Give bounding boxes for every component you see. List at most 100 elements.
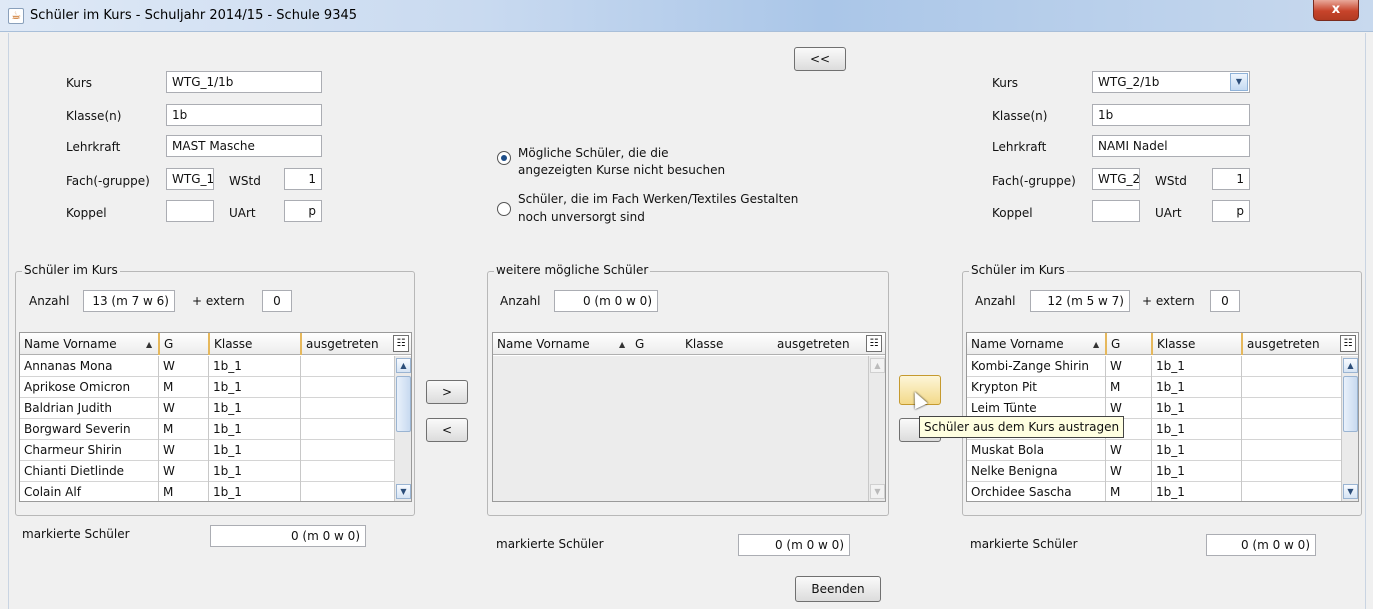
middle-marked-field: 0 (m 0 w 0) — [738, 534, 850, 556]
title-bar: ☕ Schüler im Kurs - Schuljahr 2014/15 - … — [0, 0, 1373, 32]
table-row[interactable]: Orchidee Sascha M 1b_1 — [967, 482, 1342, 501]
cell-g: M — [1105, 377, 1151, 398]
table-row[interactable]: Charmeur Shirin W 1b_1 — [20, 440, 395, 461]
left-group-title: Schüler im Kurs — [22, 263, 120, 277]
right-koppel-label: Koppel — [992, 206, 1033, 220]
right-extern-label: + extern — [1142, 294, 1195, 308]
table-row[interactable]: Annanas Mona W 1b_1 — [20, 356, 395, 377]
scroll-thumb[interactable] — [1343, 376, 1358, 432]
chevron-down-icon[interactable]: ▼ — [1230, 73, 1248, 91]
right-kurs-label: Kurs — [992, 76, 1019, 90]
col-g[interactable]: G — [158, 333, 208, 355]
col-name[interactable]: Name Vorname — [20, 333, 158, 355]
table-row[interactable]: Borgward Severin M 1b_1 — [20, 419, 395, 440]
middle-anzahl-field: 0 (m 0 w 0) — [554, 290, 658, 312]
close-button[interactable]: x — [1313, 0, 1359, 21]
middle-table-header: Name Vorname ▲ G Klasse ausgetreten ☷ — [493, 333, 885, 355]
option-2-line2[interactable]: noch unversorgt sind — [518, 210, 645, 224]
table-row[interactable]: Colain Alf M 1b_1 — [20, 482, 395, 501]
left-extern-field: 0 — [262, 290, 292, 312]
cell-name: Borgward Severin — [24, 422, 131, 436]
table-row[interactable]: Kombi-Zange Shirin W 1b_1 — [967, 356, 1342, 377]
col-name[interactable]: Name Vorname — [967, 333, 1105, 355]
move-all-left-button[interactable]: << — [794, 47, 846, 71]
remove-from-left-button[interactable]: < — [426, 418, 468, 442]
left-koppel-field[interactable] — [166, 200, 214, 222]
table-row[interactable]: Aprikose Omicron M 1b_1 — [20, 377, 395, 398]
right-anzahl-field: 12 (m 5 w 7) — [1030, 290, 1130, 312]
right-kurs-combo[interactable]: WTG_2/1b ▼ — [1092, 71, 1250, 93]
left-klasse-field[interactable]: 1b — [166, 104, 322, 126]
cell-ausgetreten — [300, 419, 395, 440]
table-row[interactable]: Baldrian Judith W 1b_1 — [20, 398, 395, 419]
left-fach-label: Fach(-gruppe) — [66, 174, 150, 188]
cell-klasse: 1b_1 — [1151, 377, 1241, 398]
scroll-thumb[interactable] — [396, 376, 411, 432]
scroll-up-icon[interactable]: ▲ — [1343, 358, 1358, 373]
right-klasse-field[interactable]: 1b — [1092, 104, 1250, 126]
cell-name: Annanas Mona — [24, 359, 113, 373]
left-uart-field[interactable]: p — [284, 200, 322, 222]
cell-ausgetreten — [1241, 356, 1342, 377]
right-fach-field[interactable]: WTG_2 — [1092, 168, 1140, 190]
cell-ausgetreten — [1241, 482, 1342, 501]
cell-name: Nelke Benigna — [971, 464, 1058, 478]
scroll-down-icon[interactable]: ▼ — [396, 484, 411, 499]
table-row[interactable]: Chianti Dietlinde W 1b_1 — [20, 461, 395, 482]
table-row[interactable]: Muskat Bola W 1b_1 — [967, 440, 1342, 461]
left-table-header: Name Vorname ▲ G Klasse ausgetreten ☷ — [20, 333, 411, 355]
left-uart-label: UArt — [229, 206, 256, 220]
left-table-scrollbar[interactable]: ▲ ▼ — [394, 356, 411, 501]
col-ausgetreten[interactable]: ausgetreten — [300, 333, 390, 355]
cell-klasse: 1b_1 — [208, 482, 300, 501]
col-klasse[interactable]: Klasse — [1151, 333, 1241, 355]
col-ausgetreten[interactable]: ausgetreten — [773, 333, 863, 355]
left-students-table[interactable]: Name Vorname ▲ G Klasse ausgetreten ☷ An… — [19, 332, 412, 502]
col-klasse[interactable]: Klasse — [681, 333, 773, 355]
cell-klasse: 1b_1 — [1151, 461, 1241, 482]
scroll-up-icon[interactable]: ▲ — [396, 358, 411, 373]
cell-klasse: 1b_1 — [1151, 482, 1241, 501]
right-wstd-label: WStd — [1155, 174, 1187, 188]
middle-students-table[interactable]: Name Vorname ▲ G Klasse ausgetreten ☷ ▲ … — [492, 332, 886, 502]
right-lehrkraft-field[interactable]: NAMI Nadel — [1092, 135, 1250, 157]
column-chooser-icon[interactable]: ☷ — [1340, 335, 1356, 352]
left-marked-label: markierte Schüler — [22, 527, 130, 541]
col-g[interactable]: G — [631, 333, 681, 355]
right-table-scrollbar[interactable]: ▲ ▼ — [1341, 356, 1358, 501]
column-chooser-icon[interactable]: ☷ — [866, 335, 882, 352]
option-2-radio[interactable] — [497, 202, 511, 216]
left-fach-field[interactable]: WTG_1 — [166, 168, 214, 190]
left-wstd-field[interactable]: 1 — [284, 168, 322, 190]
cell-klasse: 1b_1 — [1151, 419, 1241, 440]
cell-name: Chianti Dietlinde — [24, 464, 125, 478]
cell-g: M — [158, 419, 208, 440]
option-1-line1[interactable]: Mögliche Schüler, die die — [518, 146, 669, 160]
cell-ausgetreten — [1241, 419, 1342, 440]
cell-ausgetreten — [300, 356, 395, 377]
table-row[interactable]: Nelke Benigna W 1b_1 — [967, 461, 1342, 482]
right-wstd-field[interactable]: 1 — [1212, 168, 1250, 190]
left-kurs-field[interactable]: WTG_1/1b — [166, 71, 322, 93]
right-uart-field[interactable]: p — [1212, 200, 1250, 222]
table-row[interactable]: Krypton Pit M 1b_1 — [967, 377, 1342, 398]
cell-klasse: 1b_1 — [208, 461, 300, 482]
left-lehrkraft-field[interactable]: MAST Masche — [166, 135, 322, 157]
col-ausgetreten[interactable]: ausgetreten — [1241, 333, 1337, 355]
option-2-line1[interactable]: Schüler, die im Fach Werken/Textiles Ges… — [518, 192, 798, 206]
scroll-down-icon[interactable]: ▼ — [1343, 484, 1358, 499]
col-klasse[interactable]: Klasse — [208, 333, 300, 355]
right-koppel-field[interactable] — [1092, 200, 1140, 222]
cell-g: W — [1105, 440, 1151, 461]
cell-ausgetreten — [1241, 377, 1342, 398]
col-name[interactable]: Name Vorname — [493, 333, 631, 355]
beenden-button[interactable]: Beenden — [795, 576, 881, 602]
cell-g: M — [1105, 482, 1151, 501]
option-1-line2[interactable]: angezeigten Kurse nicht besuchen — [518, 163, 725, 177]
col-g[interactable]: G — [1105, 333, 1155, 355]
right-marked-label: markierte Schüler — [970, 537, 1078, 551]
add-to-left-button[interactable]: > — [426, 380, 468, 404]
cell-ausgetreten — [300, 461, 395, 482]
option-1-radio[interactable] — [497, 151, 511, 165]
column-chooser-icon[interactable]: ☷ — [393, 335, 409, 352]
